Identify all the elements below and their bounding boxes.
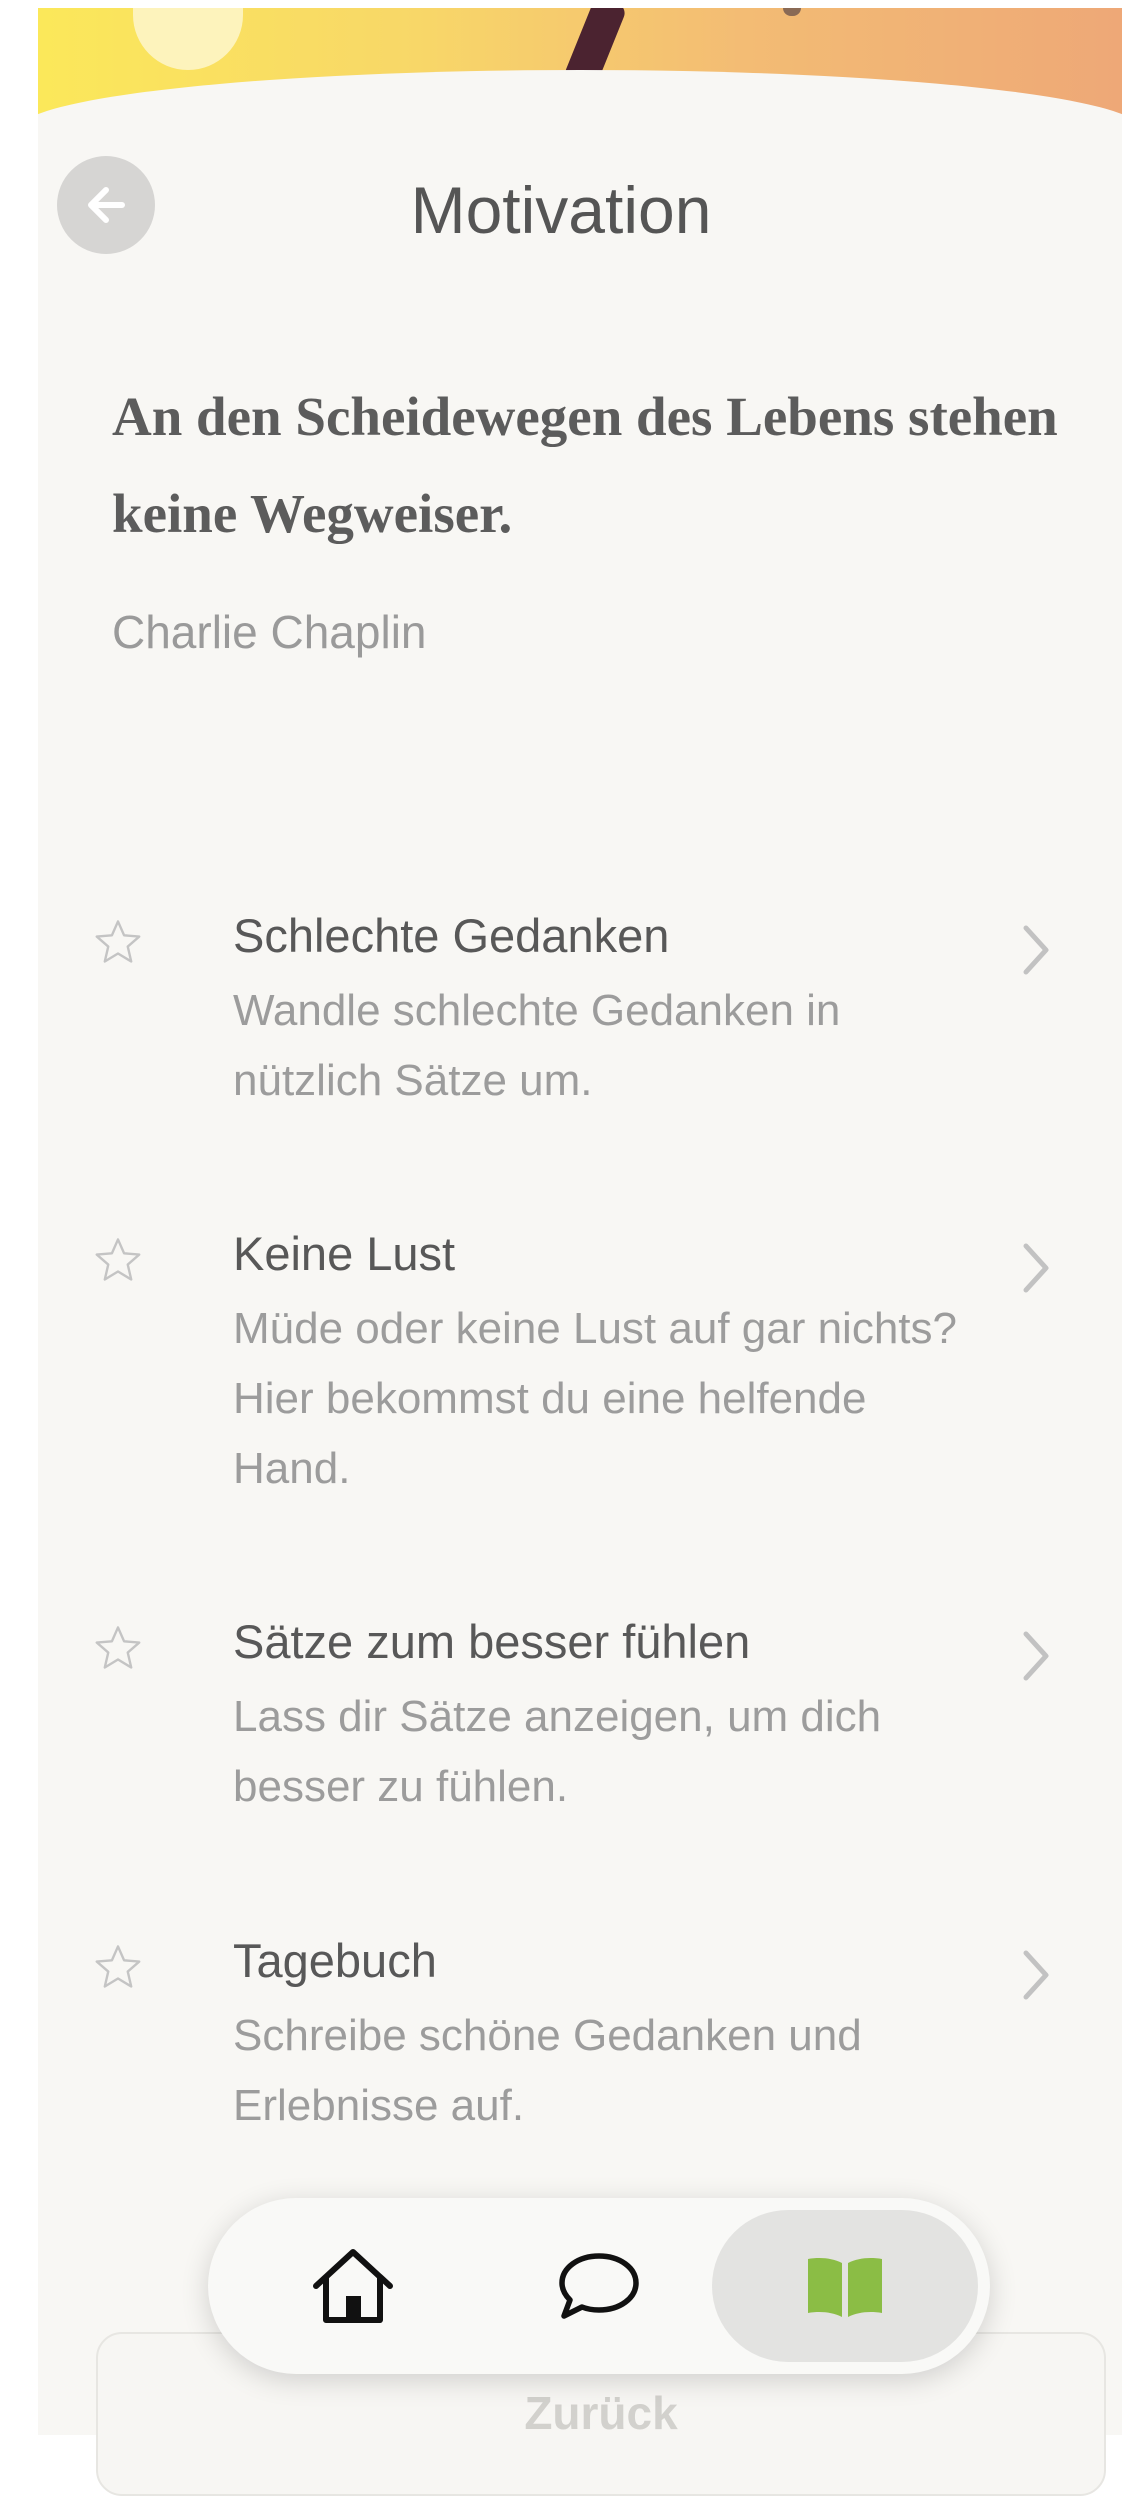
home-icon — [313, 2249, 393, 2323]
item-title: Schlechte Gedanken — [233, 909, 670, 962]
chevron-right-icon — [1023, 1950, 1049, 2000]
chevron-right-icon — [1023, 925, 1049, 975]
item-title: Keine Lust — [233, 1227, 456, 1280]
star-outline-icon[interactable] — [92, 916, 144, 968]
bird-graphic — [783, 8, 801, 16]
back-text-label: Zurück — [524, 2387, 678, 2439]
sun-graphic — [133, 8, 243, 70]
tab-bar — [208, 2198, 990, 2374]
tab-chat[interactable] — [466, 2210, 732, 2362]
chevron-right-icon — [1023, 1243, 1049, 1293]
quote-author: Charlie Chaplin — [112, 606, 427, 658]
star-outline-icon[interactable] — [92, 1234, 144, 1286]
tab-home[interactable] — [220, 2210, 486, 2362]
chevron-right-icon — [1023, 1631, 1049, 1681]
chat-bubble-icon — [559, 2253, 639, 2319]
book-icon — [808, 2258, 882, 2317]
item-description: Schreibe schöne Gedanken und Erlebnisse … — [233, 2011, 862, 2130]
item-description: Lass dir Sätze anzeigen, um dich besser … — [233, 1692, 882, 1811]
quote-text: An den Scheidewegen des Lebens stehen ke… — [112, 386, 1058, 544]
tab-library[interactable] — [712, 2210, 978, 2362]
item-title: Sätze zum besser fühlen — [233, 1615, 751, 1668]
star-outline-icon[interactable] — [92, 1622, 144, 1674]
page-title: Motivation — [410, 173, 712, 247]
item-title: Tagebuch — [233, 1934, 437, 1987]
star-outline-icon[interactable] — [92, 1941, 144, 1993]
item-description: Wandle schlechte Gedanken in nützlich Sä… — [233, 986, 841, 1105]
item-description: Müde oder keine Lust auf gar nichts? Hie… — [233, 1304, 958, 1493]
